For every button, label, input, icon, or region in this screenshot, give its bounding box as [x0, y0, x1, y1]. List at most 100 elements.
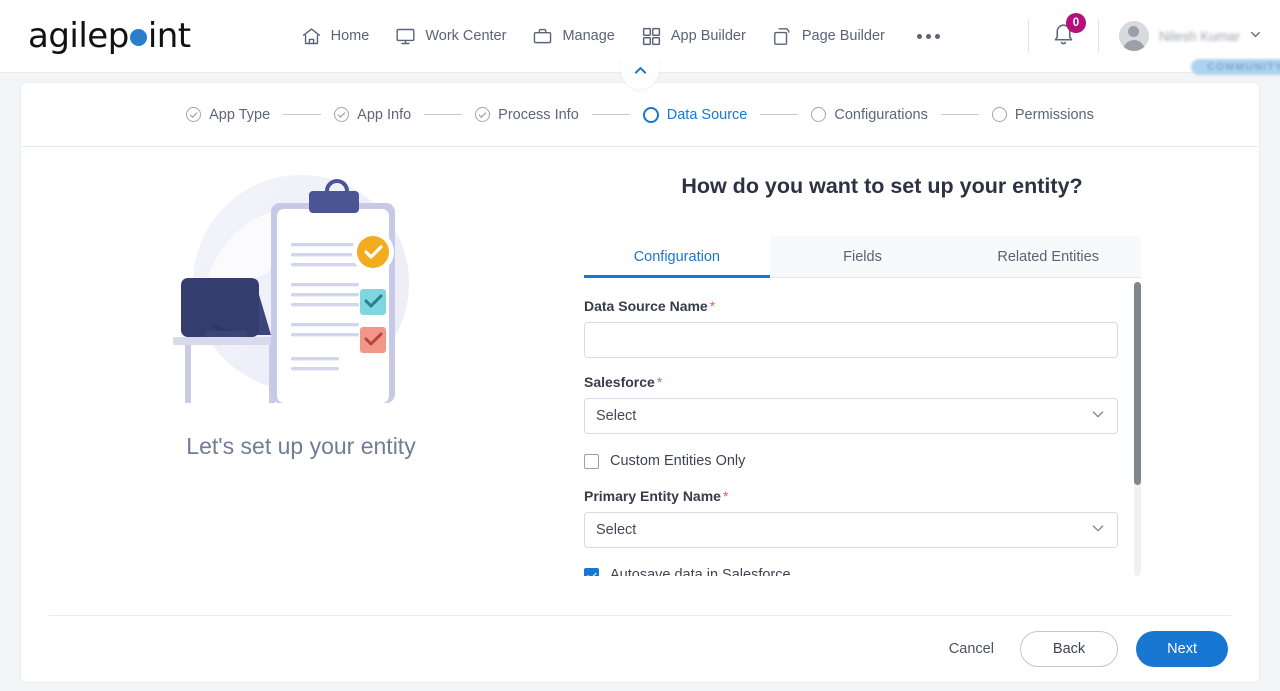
- briefcase-icon: [532, 26, 553, 47]
- chevron-down-icon: [1090, 520, 1106, 541]
- form-scroll-region: Data Source Name * Salesforce * Select Cu: [584, 278, 1141, 576]
- form-scrollbar-track[interactable]: [1134, 282, 1141, 576]
- autosave-checkbox[interactable]: [584, 567, 599, 576]
- nav-item-manage[interactable]: Manage: [532, 26, 615, 47]
- step-label: Configurations: [834, 106, 928, 123]
- wizard-card: App Type App Info Process Info Data Sour…: [20, 82, 1260, 683]
- step-connector: [760, 114, 799, 115]
- step-label: Data Source: [666, 106, 748, 123]
- illustration-panel: Let's set up your entity: [21, 147, 581, 617]
- step-label: Process Info: [498, 106, 579, 123]
- select-value: Select: [596, 522, 637, 538]
- tab-label: Configuration: [633, 249, 720, 265]
- data-source-name-label: Data Source Name *: [584, 298, 1141, 314]
- user-plan-badge: COMMUNITY: [1190, 59, 1280, 75]
- form-scrollbar-thumb[interactable]: [1134, 282, 1141, 485]
- logo-dot-icon: [129, 29, 147, 46]
- step-label: App Info: [357, 106, 412, 123]
- wizard-stepper: App Type App Info Process Info Data Sour…: [21, 83, 1259, 147]
- user-menu[interactable]: Nilesh Kumar COMMUNITY: [1118, 21, 1280, 75]
- step-connector: [591, 114, 630, 115]
- home-icon: [301, 26, 322, 47]
- circle-icon: [811, 107, 827, 122]
- step-permissions[interactable]: Permissions: [991, 106, 1094, 123]
- circle-icon: [991, 107, 1007, 122]
- circle-icon: [642, 106, 659, 123]
- autosave-row[interactable]: Autosave data in Salesforce: [584, 560, 1141, 576]
- form-tabs: Configuration Fields Related Entities: [584, 236, 1142, 278]
- tab-configuration[interactable]: Configuration: [584, 236, 770, 278]
- required-marker: *: [656, 374, 663, 390]
- data-source-name-input[interactable]: [584, 322, 1118, 358]
- tab-fields[interactable]: Fields: [769, 236, 956, 277]
- autosave-label: Autosave data in Salesforce: [610, 567, 791, 576]
- check-circle-icon: [186, 107, 202, 122]
- step-connector: [424, 114, 463, 115]
- custom-entities-only-checkbox[interactable]: [584, 453, 599, 469]
- chevron-down-icon: [1249, 28, 1262, 44]
- salesforce-select[interactable]: Select: [584, 398, 1118, 434]
- step-configurations[interactable]: Configurations: [811, 107, 928, 123]
- pages-icon: [772, 26, 793, 47]
- select-value: Select: [596, 408, 637, 424]
- primary-entity-name-label: Primary Entity Name *: [584, 488, 1141, 504]
- label-text: Salesforce: [584, 374, 655, 390]
- custom-entities-only-row[interactable]: Custom Entities Only: [584, 446, 1141, 476]
- step-data-source[interactable]: Data Source: [642, 106, 748, 123]
- label-text: Primary Entity Name: [584, 488, 721, 504]
- user-name-label: Nilesh Kumar: [1158, 28, 1240, 44]
- form-panel: How do you want to set up your entity? C…: [584, 147, 1184, 576]
- nav-item-page-builder[interactable]: Page Builder: [772, 26, 885, 47]
- nav-item-home[interactable]: Home: [301, 26, 370, 47]
- header-divider-left: [1027, 19, 1029, 53]
- check-circle-icon: [334, 107, 350, 122]
- nav-label-page-builder: Page Builder: [801, 28, 885, 44]
- nav-item-work-center[interactable]: Work Center: [395, 26, 506, 47]
- required-marker: *: [722, 488, 729, 504]
- nav-label-work-center: Work Center: [425, 28, 507, 44]
- cancel-button[interactable]: Cancel: [941, 635, 1002, 663]
- back-button[interactable]: Back: [1019, 631, 1119, 667]
- page-title: How do you want to set up your entity?: [681, 174, 1083, 198]
- header-right-cluster: 0 Nilesh Kumar COMMUNITY: [1027, 0, 1280, 75]
- step-label: Permissions: [1014, 106, 1094, 123]
- agilepoint-logo[interactable]: agilep int: [28, 16, 191, 56]
- nav-label-home: Home: [330, 28, 370, 44]
- step-connector: [283, 114, 322, 115]
- more-menu-icon[interactable]: [916, 33, 940, 39]
- bell-icon: [1051, 24, 1076, 50]
- nav-label-app-builder: App Builder: [670, 28, 746, 44]
- step-connector: [940, 114, 979, 115]
- tab-label: Related Entities: [997, 249, 1099, 265]
- logo-text-start: agilep: [28, 16, 129, 56]
- primary-entity-name-select[interactable]: Select: [584, 512, 1118, 548]
- step-label: App Type: [209, 106, 271, 123]
- monitor-icon: [395, 26, 416, 47]
- chevron-down-icon: [1090, 406, 1106, 427]
- step-app-info[interactable]: App Info: [334, 107, 411, 123]
- chevron-up-icon: [632, 62, 649, 84]
- check-circle-icon: [475, 107, 491, 122]
- notification-count-badge: 0: [1065, 13, 1086, 33]
- tab-label: Fields: [843, 249, 882, 265]
- wizard-footer: Cancel Back Next: [49, 615, 1231, 682]
- nav-item-app-builder[interactable]: App Builder: [641, 26, 746, 47]
- main-navigation: Home Work Center Manage App Builder Page…: [301, 26, 940, 47]
- notifications-button[interactable]: 0: [1051, 13, 1086, 51]
- entity-setup-illustration-icon: [151, 165, 451, 415]
- step-app-type[interactable]: App Type: [186, 107, 270, 123]
- avatar: [1118, 21, 1149, 51]
- next-button[interactable]: Next: [1136, 631, 1228, 667]
- label-text: Data Source Name: [584, 298, 708, 314]
- illustration-caption: Let's set up your entity: [186, 433, 416, 459]
- step-process-info[interactable]: Process Info: [475, 107, 579, 123]
- header-divider-right: [1097, 19, 1099, 53]
- custom-entities-only-label: Custom Entities Only: [610, 453, 746, 469]
- wizard-body: Let's set up your entity How do you want…: [21, 147, 1259, 617]
- salesforce-label: Salesforce *: [584, 374, 1141, 390]
- nav-label-manage: Manage: [562, 28, 615, 44]
- tab-related-entities[interactable]: Related Entities: [955, 236, 1142, 277]
- required-marker: *: [709, 298, 716, 314]
- logo-text-end: int: [147, 16, 191, 56]
- grid-icon: [641, 26, 662, 47]
